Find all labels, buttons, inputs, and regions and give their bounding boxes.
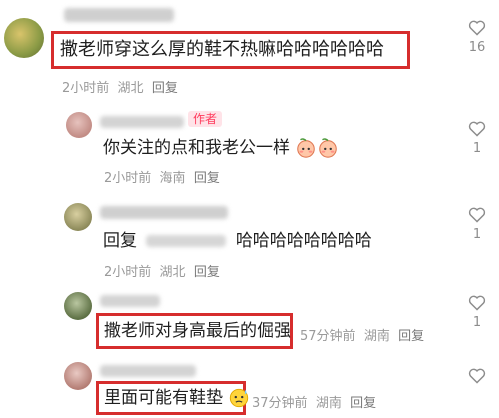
username[interactable]	[100, 206, 228, 219]
heart-icon	[468, 368, 486, 384]
comment-meta: 37分钟前 湖南 回复	[252, 392, 376, 411]
comment-location: 湖北	[159, 265, 186, 280]
reply-prefix: 回复	[103, 231, 137, 251]
reply-button[interactable]: 回复	[398, 329, 424, 344]
like-button[interactable]: 1	[465, 295, 489, 330]
peach-face-icon	[297, 138, 316, 158]
comment-time: 2小时前	[104, 171, 152, 186]
comment-text: 里面可能有鞋垫	[104, 388, 223, 408]
comment-text: 撒老师穿这么厚的鞋不热嘛哈哈哈哈哈哈	[60, 39, 384, 60]
comment-text: 撒老师对身高最后的倔强	[104, 321, 291, 341]
comment-location: 海南	[159, 171, 186, 186]
avatar[interactable]	[4, 18, 44, 58]
sweat-face-icon	[230, 388, 249, 408]
comment-location: 湖南	[315, 396, 342, 411]
like-button[interactable]: 16	[465, 20, 489, 55]
comment-text-row: 回复 哈哈哈哈哈哈哈哈	[103, 229, 372, 253]
username[interactable]	[100, 116, 184, 128]
comment-text-row: 你关注的点和我老公一样	[103, 136, 339, 160]
peach-face-icon	[319, 138, 338, 158]
comment-text: 哈哈哈哈哈哈哈哈	[235, 231, 372, 251]
comment-location: 湖北	[117, 81, 144, 96]
heart-icon	[468, 295, 486, 311]
comment-meta: 2小时前 湖北 回复	[104, 261, 220, 280]
avatar[interactable]	[64, 362, 92, 390]
username[interactable]	[64, 8, 174, 22]
comment-time: 57分钟前	[300, 329, 356, 344]
comment-meta: 2小时前 海南 回复	[104, 167, 220, 186]
reply-button[interactable]: 回复	[194, 171, 220, 186]
like-count: 16	[468, 40, 486, 55]
heart-icon	[468, 121, 486, 137]
comment-meta: 57分钟前 湖南 回复	[300, 325, 424, 344]
comment-time: 2小时前	[104, 265, 152, 280]
like-button[interactable]	[465, 368, 489, 388]
username[interactable]	[100, 365, 196, 377]
comment-location: 湖南	[363, 329, 390, 344]
heart-icon	[468, 20, 486, 36]
avatar[interactable]	[66, 112, 92, 138]
like-count: 1	[472, 141, 482, 156]
like-button[interactable]: 1	[465, 121, 489, 156]
reply-button[interactable]: 回复	[152, 81, 178, 96]
reply-button[interactable]: 回复	[194, 265, 220, 280]
comment-time: 2小时前	[62, 81, 110, 96]
username[interactable]	[100, 295, 160, 307]
author-badge: 作者	[188, 111, 223, 127]
comment-meta: 2小时前 湖北 回复	[62, 77, 178, 96]
heart-icon	[468, 207, 486, 223]
like-count: 1	[472, 227, 482, 242]
avatar[interactable]	[64, 292, 92, 320]
like-button[interactable]: 1	[465, 207, 489, 242]
avatar[interactable]	[64, 203, 92, 231]
comment-text: 你关注的点和我老公一样	[103, 138, 290, 158]
mentioned-user[interactable]	[146, 235, 227, 247]
reply-button[interactable]: 回复	[350, 396, 376, 411]
like-count: 1	[472, 315, 482, 330]
comment-time: 37分钟前	[252, 396, 308, 411]
comment-text-row: 里面可能有鞋垫	[104, 386, 250, 410]
